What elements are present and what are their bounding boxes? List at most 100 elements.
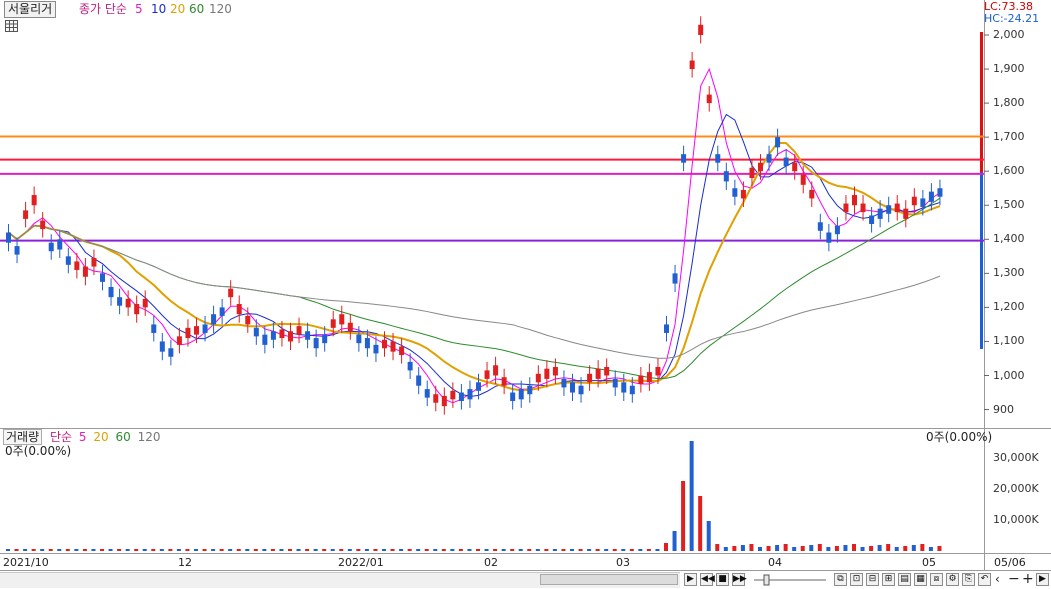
fast-forward-button[interactable]: ▶▶ (732, 573, 747, 586)
candle-body (6, 232, 11, 243)
volume-bar (211, 549, 216, 551)
candle-body (911, 196, 917, 206)
volume-bar (330, 549, 335, 551)
volume-bar (202, 549, 207, 551)
scroll-right-button[interactable]: ▶ (684, 573, 697, 586)
volume-bar (91, 549, 96, 551)
date-05: 05 (922, 556, 936, 569)
grid-icon[interactable]: ▦ (914, 573, 927, 586)
volume-bar (270, 549, 275, 551)
volume-bar (595, 549, 600, 551)
undo-icon[interactable]: ↶ (978, 573, 991, 586)
candle-body (886, 205, 892, 214)
zoom-minus-button[interactable]: − (1008, 571, 1020, 587)
candle-body (476, 382, 481, 391)
volume-bar (587, 549, 592, 551)
candle-body (877, 208, 883, 219)
candle-body (928, 191, 934, 202)
volume-bar (758, 547, 762, 551)
candle-body (527, 385, 533, 395)
volume-title: 거래량 (3, 429, 43, 445)
candle-body (937, 188, 943, 197)
volume-bar (706, 521, 711, 551)
volume-bar (852, 544, 856, 551)
scroll-left-icon[interactable]: ‹ (995, 571, 1000, 587)
link-icon[interactable]: ⧈ (930, 573, 943, 586)
candle-body (570, 382, 575, 393)
price-tick-1800: 1,800 (993, 96, 1025, 110)
layout-icon[interactable]: ▤ (898, 573, 911, 586)
chart-window: 서울리거 종가 단순 5 10 20 60 120 LC:73.38 HC:-2… (0, 0, 1051, 589)
candle-body (262, 334, 268, 345)
volume-bar (629, 549, 634, 551)
candle-body (664, 324, 669, 333)
volume-bar (493, 549, 498, 551)
volume-bar (356, 549, 361, 551)
candle-body (920, 198, 926, 207)
zoom-slider[interactable] (750, 573, 830, 586)
settings-icon[interactable]: ⚙ (946, 573, 959, 586)
rewind-button[interactable]: ◀◀ (700, 573, 715, 586)
candle-body (142, 298, 148, 308)
price-tick-900: 900 (993, 402, 1014, 416)
volume-bar (646, 549, 651, 551)
candle-body (766, 154, 772, 163)
candle-body (544, 368, 550, 379)
volume-bar (433, 549, 438, 551)
ma-line-10 (8, 113, 941, 398)
zoom-plus-button[interactable]: + (1022, 571, 1034, 587)
volume-bar (279, 549, 284, 551)
volume-bar (612, 549, 617, 551)
candle-body (23, 210, 29, 219)
candle-body (219, 307, 225, 316)
volume-bar (655, 549, 660, 551)
volume-bar (826, 547, 831, 551)
volume-bar (869, 546, 874, 551)
volume-bar (382, 549, 386, 551)
copy-icon[interactable]: ⎘ (962, 573, 975, 586)
candle-body (894, 203, 900, 213)
candle-body (689, 60, 695, 70)
volume-bar (108, 549, 113, 551)
candle-body (723, 171, 729, 182)
candle-body (228, 288, 234, 298)
zoom-out-icon[interactable]: ⊟ (866, 573, 879, 586)
price-tick-1100: 1,100 (993, 334, 1025, 348)
volume-bar (339, 549, 344, 551)
candle-body (792, 162, 798, 172)
compare-icon[interactable]: ⧉ (834, 573, 847, 586)
volume-bar (176, 549, 181, 551)
crosshair-icon[interactable]: ⊞ (882, 573, 895, 586)
expand-right-button[interactable]: ▶ (1036, 573, 1049, 586)
candle-body (407, 361, 413, 371)
candle-body (305, 331, 311, 340)
volume-bar (903, 546, 908, 551)
candle-body (484, 370, 490, 379)
candle-body (809, 189, 815, 199)
candle-body (347, 322, 353, 332)
zoom-fit-icon[interactable]: ⊡ (850, 573, 863, 586)
candle-body (270, 331, 276, 340)
volume-bar (749, 544, 754, 551)
candle-body (14, 246, 20, 255)
vol-tick-30000k: 30,000K (993, 451, 1039, 464)
candle-body (339, 314, 345, 325)
candle-body (706, 94, 712, 104)
candle-body (561, 378, 567, 388)
candle-body (322, 334, 328, 344)
candle-body (211, 314, 217, 325)
candle-body (202, 324, 208, 333)
volume-bar (484, 549, 489, 551)
hc-bar (980, 172, 983, 349)
volume-bar (347, 549, 352, 551)
volume-bar (561, 549, 566, 551)
volume-bar (638, 549, 643, 551)
ma-line-20 (7, 141, 941, 392)
candle-body (621, 382, 627, 393)
candle-body (390, 341, 396, 352)
stop-button[interactable]: ■ (716, 573, 729, 586)
date-2021-10: 2021/10 (3, 556, 49, 569)
scrollbar-thumb[interactable] (540, 574, 678, 585)
volume-bar (296, 549, 301, 551)
candle-body (364, 338, 370, 349)
